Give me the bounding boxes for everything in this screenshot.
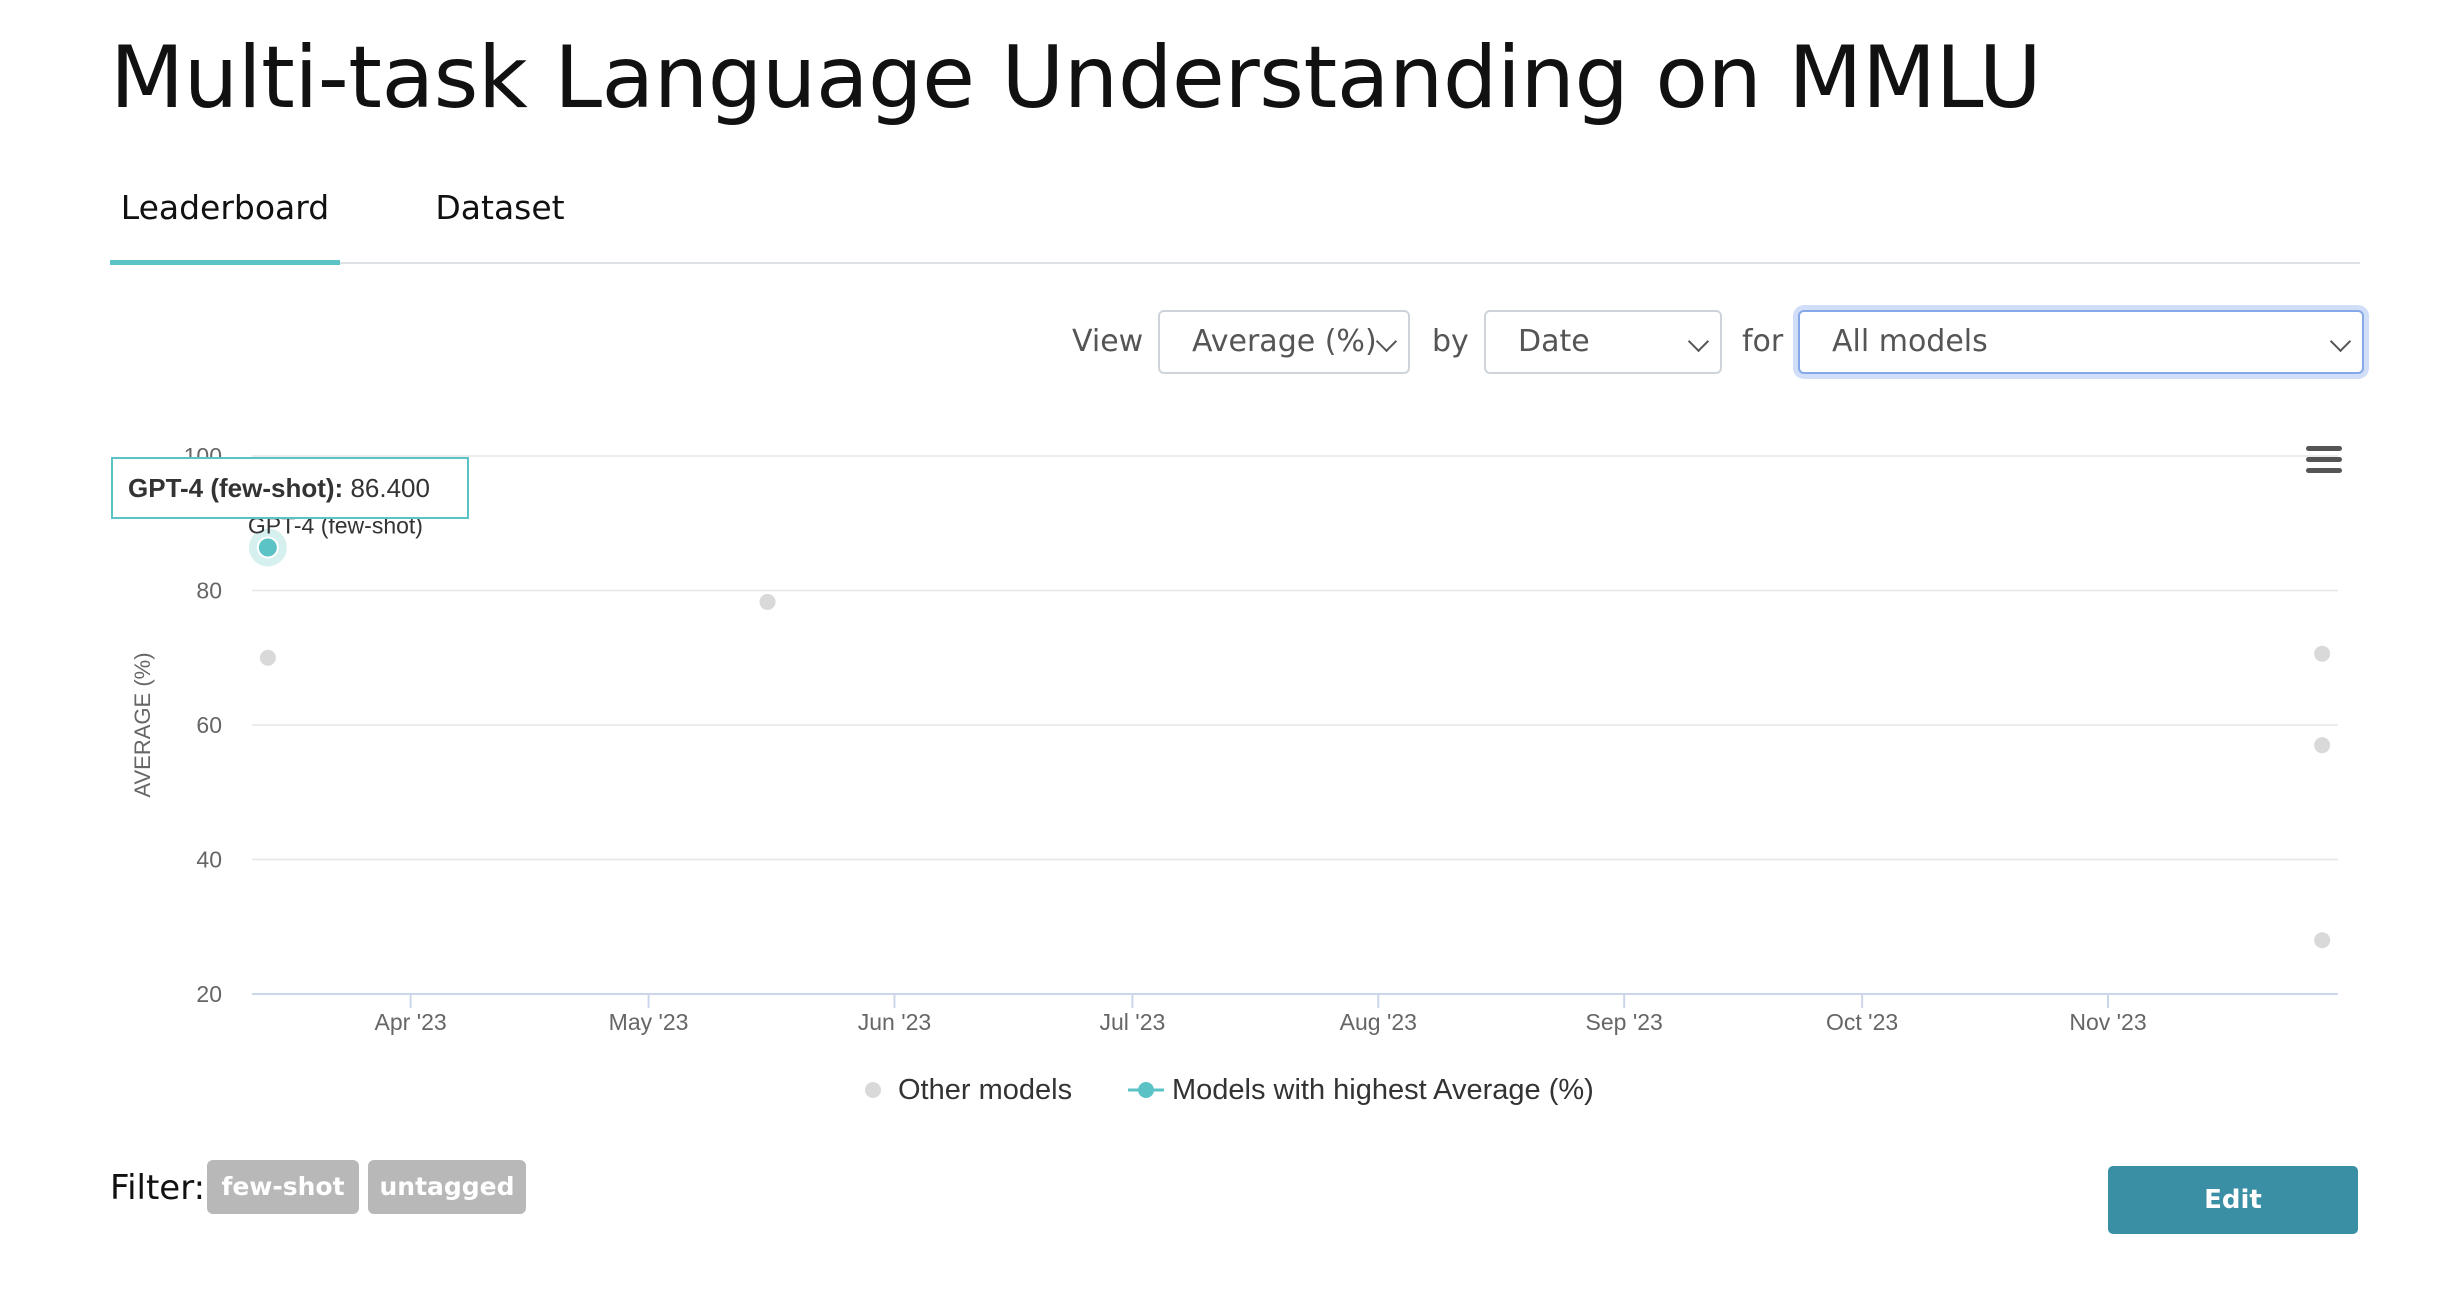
legend-marker-other xyxy=(865,1082,881,1098)
chart-tooltip: GPT-4 (few-shot): 86.400 xyxy=(111,457,469,519)
x-tick-label: Sep '23 xyxy=(1586,1009,1663,1035)
chart-grid xyxy=(252,455,2338,995)
tooltip-text: GPT-4 (few-shot): 86.400 xyxy=(128,473,430,503)
data-point-other xyxy=(259,649,276,666)
x-axis: Apr '23 May '23 Jun '23 Jul '23 Aug '23 Sep '… xyxy=(375,994,2147,1035)
x-tick-label: Apr '23 xyxy=(375,1009,447,1035)
legend-label-other: Other models xyxy=(898,1074,1072,1106)
filter-tag-untagged[interactable]: untagged xyxy=(368,1160,526,1214)
x-tick-label: May '23 xyxy=(609,1009,689,1035)
chart-legend: Other models Models with highest Average … xyxy=(865,1074,1594,1106)
filter-tag-few-shot[interactable]: few-shot xyxy=(207,1160,359,1214)
chart-points: GPT-4 (few-shot) xyxy=(248,512,2331,949)
legend-marker-best xyxy=(1138,1082,1154,1098)
data-point-other xyxy=(2314,645,2331,662)
edit-leaderboard-button[interactable]: Edit Leaderboard xyxy=(2108,1166,2358,1283)
chart: 20406080100 Apr '23 May '23 Jun '23 Jul '23… xyxy=(111,443,2342,1106)
data-point-other xyxy=(759,593,776,610)
y-axis-ticks: 20406080100 xyxy=(184,443,222,1007)
x-tick-label: Jul '23 xyxy=(1100,1009,1166,1035)
x-tick-label: Nov '23 xyxy=(2069,1009,2146,1035)
x-tick-label: Oct '23 xyxy=(1826,1009,1898,1035)
y-tick-label: 80 xyxy=(196,578,222,604)
data-point-other xyxy=(2314,737,2331,754)
tooltip-model: GPT-4 (few-shot): xyxy=(128,473,343,503)
hamburger-menu-icon[interactable] xyxy=(2306,446,2342,473)
legend-label-best: Models with highest Average (%) xyxy=(1172,1074,1594,1106)
filter-label: Filter: xyxy=(110,1168,206,1208)
data-point-other xyxy=(2314,932,2331,949)
y-tick-label: 60 xyxy=(196,712,222,738)
y-axis-label: AVERAGE (%) xyxy=(130,652,155,797)
y-tick-label: 40 xyxy=(196,847,222,873)
tooltip-value: 86.400 xyxy=(343,473,430,503)
x-tick-label: Aug '23 xyxy=(1340,1009,1417,1035)
x-tick-label: Jun '23 xyxy=(858,1009,931,1035)
y-tick-label: 20 xyxy=(196,981,222,1007)
data-point-best xyxy=(256,536,279,559)
